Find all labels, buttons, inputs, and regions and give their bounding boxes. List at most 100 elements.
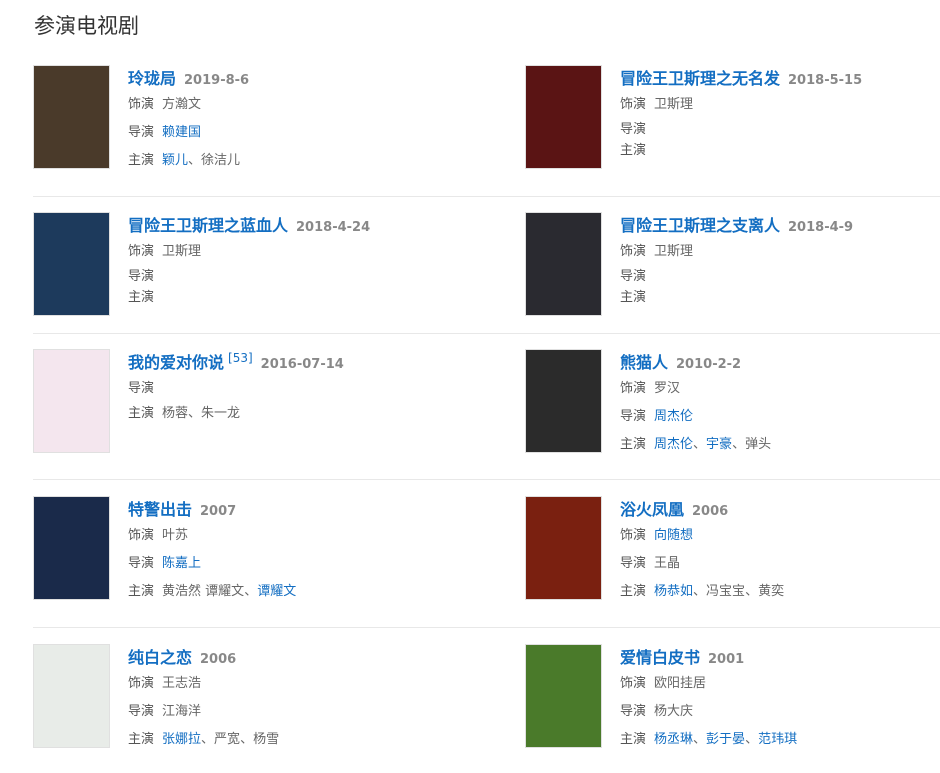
release-date: 2018-4-24 [296,220,371,235]
person-name: 王志浩 [162,676,202,691]
drama-card: 纯白之恋 2006 饰演 王志浩 导演 江海洋 主演 张娜拉、严宽、杨雪 [33,644,453,754]
poster-image[interactable] [33,496,110,600]
person-name: 欧阳挂居 [654,676,707,691]
reference-link[interactable]: [53] [228,351,253,365]
drama-info: 熊猫人 2010-2-2 饰演 罗汉 导演 周杰伦 主演 周杰伦、宇豪、弹头 [620,349,940,459]
meta-label: 导演 [620,122,647,137]
person-name: 徐洁儿 [201,153,241,168]
release-date: 2001 [708,652,745,667]
person-name: 卫斯理 [654,244,694,259]
drama-title-link[interactable]: 玲珑局 [128,65,176,89]
person-link[interactable]: 颖儿 [162,153,188,168]
person-link[interactable]: 张娜拉 [162,732,201,747]
person-name: 卫斯理 [654,97,694,112]
person-link[interactable]: 范玮琪 [758,732,797,747]
separator: 、 [693,584,707,599]
meta-label: 导演 [620,409,647,424]
title-line: 冒险王卫斯理之蓝血人 2018-4-24 [128,212,448,238]
meta-label: 导演 [128,125,155,140]
drama-info: 爱情白皮书 2001 饰演 欧阳挂居 导演 杨大庆 主演 杨丞琳、彭于晏、范玮琪 [620,644,940,754]
separator: 、 [693,437,707,452]
meta-label: 导演 [620,704,647,719]
poster-image[interactable] [525,65,602,169]
poster-image[interactable] [525,644,602,748]
person-name: 杨大庆 [654,704,694,719]
person-name: 罗汉 [654,381,681,396]
person-name: 方瀚文 [162,97,202,112]
title-line: 玲珑局 2019-8-6 [128,65,448,91]
meta-label: 主演 [128,732,155,747]
drama-info: 玲珑局 2019-8-6 饰演 方瀚文 导演 赖建国 主演 颖儿、徐洁儿 [128,65,448,175]
person-link[interactable]: 杨恭如 [654,584,693,599]
meta-label: 导演 [620,556,647,571]
meta-line: 主演 周杰伦、宇豪、弹头 [620,431,940,459]
title-line: 浴火凤凰 2006 [620,496,940,522]
meta-label: 主演 [620,584,647,599]
meta-label: 导演 [128,381,155,396]
person-link[interactable]: 周杰伦 [654,437,693,452]
person-link[interactable]: 赖建国 [162,125,201,140]
drama-info: 我的爱对你说 [53] 2016-07-14 导演 主演 杨蓉、朱一龙 [128,349,448,424]
meta-line: 导演 王晶 [620,550,940,578]
drama-title-link[interactable]: 冒险王卫斯理之支离人 [620,212,780,236]
row-divider [33,479,940,480]
title-line: 熊猫人 2010-2-2 [620,349,940,375]
person-link[interactable]: 陈嘉上 [162,556,201,571]
row-divider [33,627,940,628]
meta-line: 导演 周杰伦 [620,403,940,431]
drama-info: 冒险王卫斯理之支离人 2018-4-9 饰演 卫斯理 导演 主演 [620,212,940,308]
person-link[interactable]: 宇豪 [706,437,732,452]
person-link[interactable]: 周杰伦 [654,409,693,424]
drama-info: 浴火凤凰 2006 饰演 向随想 导演 王晶 主演 杨恭如、冯宝宝、黄奕 [620,496,940,606]
meta-line: 导演 [620,266,940,287]
meta-line: 导演 [128,375,448,403]
person-link[interactable]: 向随想 [654,528,693,543]
drama-info: 冒险王卫斯理之蓝血人 2018-4-24 饰演 卫斯理 导演 主演 [128,212,448,308]
meta-label: 饰演 [620,97,647,112]
meta-line: 导演 [620,119,940,140]
person-link[interactable]: 彭于晏 [706,732,745,747]
meta-line: 导演 杨大庆 [620,698,940,726]
meta-label: 主演 [128,153,155,168]
separator: 、 [188,406,202,421]
meta-line: 导演 赖建国 [128,119,448,147]
meta-label: 饰演 [620,528,647,543]
drama-title-link[interactable]: 冒险王卫斯理之蓝血人 [128,212,288,236]
poster-image[interactable] [525,496,602,600]
drama-title-link[interactable]: 爱情白皮书 [620,644,700,668]
release-date: 2018-5-15 [788,73,863,88]
drama-title-link[interactable]: 冒险王卫斯理之无名发 [620,65,780,89]
poster-image[interactable] [33,644,110,748]
drama-title-link[interactable]: 纯白之恋 [128,644,192,668]
poster-image[interactable] [33,65,110,169]
meta-label: 导演 [128,704,155,719]
meta-line: 饰演 方瀚文 [128,91,448,119]
meta-line: 导演 [128,266,448,287]
person-name: 杨蓉 [162,406,189,421]
meta-line: 饰演 向随想 [620,522,940,550]
meta-line: 饰演 卫斯理 [620,238,940,266]
meta-label: 饰演 [620,676,647,691]
meta-label: 导演 [128,269,155,284]
separator: 、 [693,732,707,747]
drama-title-link[interactable]: 特警出击 [128,496,192,520]
person-name: 黄浩然 [162,584,202,599]
meta-line: 主演 杨蓉、朱一龙 [128,403,448,424]
release-date: 2010-2-2 [676,357,742,372]
drama-card: 熊猫人 2010-2-2 饰演 罗汉 导演 周杰伦 主演 周杰伦、宇豪、弹头 [525,349,940,459]
person-link[interactable]: 谭耀文 [257,584,296,599]
poster-image[interactable] [33,349,110,453]
separator: 、 [188,153,202,168]
poster-image[interactable] [525,212,602,316]
poster-image[interactable] [525,349,602,453]
tv-drama-grid: 玲珑局 2019-8-6 饰演 方瀚文 导演 赖建国 主演 颖儿、徐洁儿 冒险王卫斯理之无名发 2… [0,0,940,773]
person-name: 朱一龙 [201,406,241,421]
person-link[interactable]: 杨丞琳 [654,732,693,747]
drama-title-link[interactable]: 熊猫人 [620,349,668,373]
poster-image[interactable] [33,212,110,316]
meta-line: 饰演 卫斯理 [620,91,940,119]
meta-label: 饰演 [620,244,647,259]
drama-title-link[interactable]: 浴火凤凰 [620,496,684,520]
person-name: 弹头 [745,437,772,452]
drama-title-link[interactable]: 我的爱对你说 [128,349,224,373]
